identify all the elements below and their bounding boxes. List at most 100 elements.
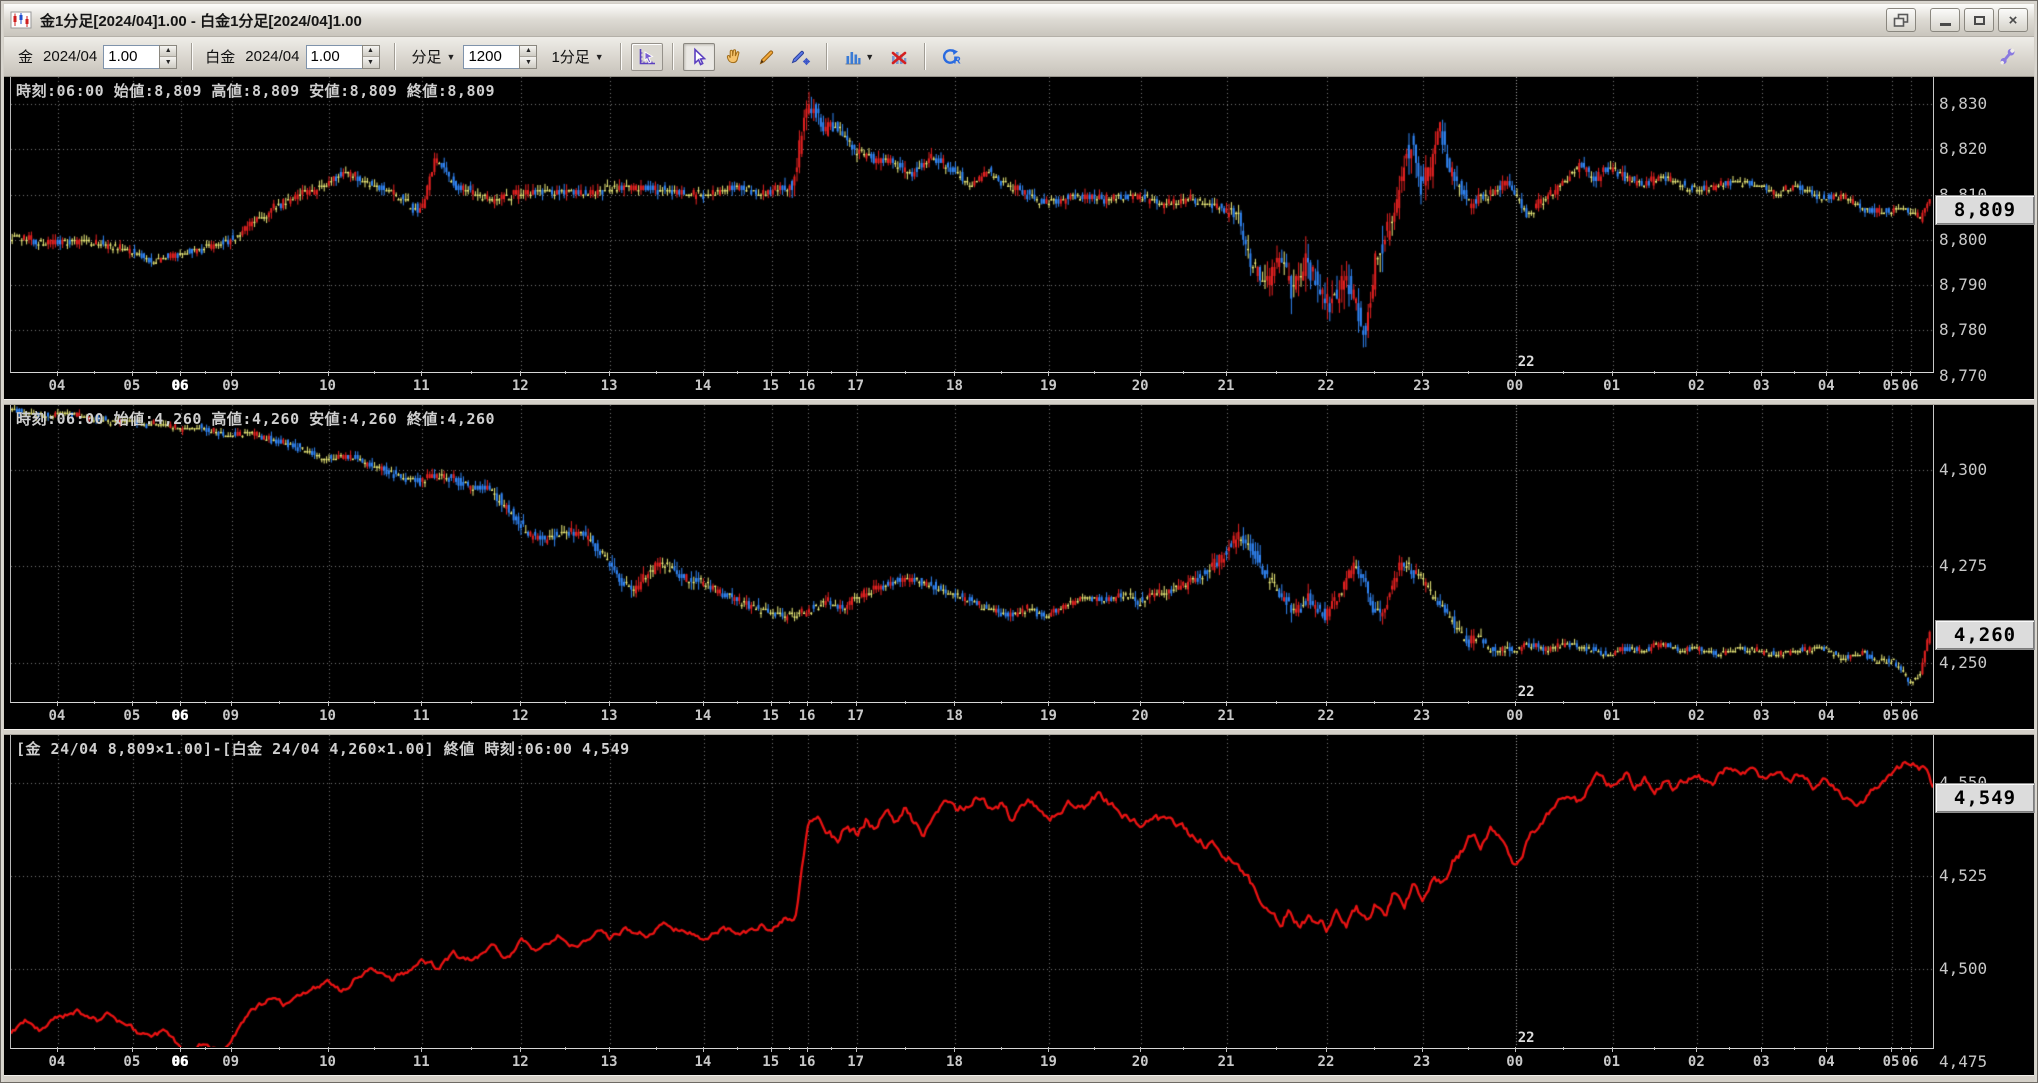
minimize-icon <box>1939 23 1951 26</box>
x-axis-minor-tick <box>205 701 206 704</box>
x-axis-label: 06 <box>1901 1054 1919 1070</box>
platinum-ohlc-info: 時刻:06:00 始値:4,260 高値:4,260 安値:4,260 終値:4… <box>16 410 496 428</box>
x-axis-tick <box>807 701 808 706</box>
platinum-multiplier-up-button[interactable]: ▲ <box>362 45 379 57</box>
spread-price-axis: 4,549 4,5504,5254,5004,475 <box>1935 735 2035 1075</box>
x-axis-tick <box>1326 371 1327 376</box>
x-axis-minor-tick <box>1001 1047 1002 1050</box>
x-axis-minor-tick <box>905 371 906 374</box>
x-axis-tick <box>1696 1047 1697 1052</box>
x-axis-label: 01 <box>1603 378 1621 394</box>
cascade-windows-button[interactable] <box>1886 8 1916 32</box>
platinum-multiplier-input[interactable] <box>305 44 362 69</box>
x-axis-label: 13 <box>600 708 618 724</box>
x-axis-tick <box>609 1047 610 1052</box>
refresh-button[interactable]: R <box>935 43 967 71</box>
gold-multiplier-input[interactable] <box>103 44 160 69</box>
bar-count-down-button[interactable]: ▼ <box>520 57 537 68</box>
y-axis-label: 8,780 <box>1939 320 1988 340</box>
highlighter-move-button[interactable] <box>785 43 817 71</box>
chevron-down-icon: ▼ <box>446 51 456 62</box>
x-axis-tick <box>1891 701 1892 706</box>
x-axis-label: 22 <box>1317 1054 1335 1070</box>
x-axis-minor-tick <box>1001 701 1002 704</box>
x-axis-minor-tick <box>1094 371 1095 374</box>
window-title: 金1分足[2024/04]1.00 - 白金1分足[2024/04]1.00 <box>40 12 362 30</box>
maximize-button[interactable] <box>1964 8 1994 32</box>
chart-stack: 時刻:06:00 始値:8,809 高値:8,809 安値:8,809 終値:8… <box>4 77 2035 1082</box>
x-axis-tick <box>1761 1047 1762 1052</box>
indicator-menu-button[interactable]: ▼ <box>837 43 881 71</box>
minimize-button[interactable] <box>1930 8 1960 32</box>
x-axis-label: 05 <box>1882 708 1900 724</box>
y-axis-label: 4,300 <box>1939 460 1988 480</box>
x-axis-minor-tick <box>656 1047 657 1050</box>
x-axis-tick <box>1515 1047 1516 1052</box>
gold-multiplier-down-button[interactable]: ▼ <box>160 57 177 68</box>
x-axis-minor-tick <box>1374 1047 1375 1050</box>
date-change-label: 22 <box>1517 684 1535 700</box>
x-axis-tick <box>132 371 133 376</box>
x-axis-minor-tick <box>279 1047 280 1050</box>
x-axis-tick <box>1048 701 1049 706</box>
x-axis-minor-tick <box>374 701 375 704</box>
x-axis-label: 13 <box>600 378 618 394</box>
close-button[interactable]: × <box>1998 8 2028 32</box>
bar-count-up-button[interactable]: ▲ <box>520 45 537 57</box>
x-axis-tick <box>421 371 422 376</box>
bar-type-dropdown[interactable]: 分足 ▼ <box>408 44 460 69</box>
bar-interval-label: 1分足 <box>551 49 590 66</box>
x-axis-label: 04 <box>1817 1054 1835 1070</box>
platinum-candlestick-chart[interactable] <box>11 405 1933 701</box>
x-axis-minor-tick <box>1183 701 1184 704</box>
x-axis-tick <box>1226 701 1227 706</box>
x-axis-label: 00 <box>1506 1054 1524 1070</box>
x-axis-tick <box>1910 1047 1911 1052</box>
x-axis-label: 00 <box>1506 378 1524 394</box>
x-axis-label: 10 <box>319 378 336 394</box>
bar-interval-dropdown[interactable]: 1分足 ▼ <box>547 44 607 69</box>
gold-candlestick-chart[interactable] <box>11 77 1933 371</box>
settings-button[interactable] <box>1991 43 2023 71</box>
x-axis-tick <box>954 701 955 706</box>
toolbar: 金 2024/04 ▲▼ 白金 2024/04 ▲▼ 分足▼ ▲▼ 1分足▼ <box>4 37 2034 77</box>
x-axis-label: 09 <box>222 1054 240 1070</box>
bar-count-input[interactable] <box>463 44 520 69</box>
select-cursor-button[interactable] <box>682 42 715 71</box>
titlebar[interactable]: 金1分足[2024/04]1.00 - 白金1分足[2024/04]1.00 × <box>4 4 2034 37</box>
spread-line-chart[interactable] <box>11 735 1933 1047</box>
chart-pointer-mode-button[interactable] <box>630 42 663 71</box>
gold-ohlc-info: 時刻:06:00 始値:8,809 高値:8,809 安値:8,809 終値:8… <box>16 82 496 100</box>
bar-chart-delete-icon <box>891 51 907 64</box>
x-axis-tick <box>807 1047 808 1052</box>
x-axis-minor-tick <box>94 1047 95 1050</box>
x-axis-label: 14 <box>694 378 712 394</box>
spread-chart-panel: [金 24/04 8,809×1.00]-[白金 24/04 4,260×1.0… <box>4 735 2035 1075</box>
x-axis-minor-tick <box>1468 1047 1469 1050</box>
indicator-delete-button[interactable] <box>883 43 915 71</box>
x-axis-label: 14 <box>694 1054 712 1070</box>
pencil-draw-button[interactable] <box>751 43 783 71</box>
x-axis-minor-tick <box>1563 1047 1564 1050</box>
x-axis-label: 11 <box>412 378 430 394</box>
x-axis-tick <box>328 701 329 706</box>
window-bottom-strip <box>4 1075 2034 1082</box>
x-axis-label: 06 <box>171 1054 189 1070</box>
gold-plot-area: 時刻:06:00 始値:8,809 高値:8,809 安値:8,809 終値:8… <box>10 77 1934 373</box>
x-axis-tick <box>231 371 232 376</box>
x-axis-label: 12 <box>511 378 529 394</box>
x-axis-tick <box>328 1047 329 1052</box>
x-axis-label: 03 <box>1752 378 1770 394</box>
x-axis-minor-tick <box>94 701 95 704</box>
platinum-multiplier-down-button[interactable]: ▼ <box>362 57 379 68</box>
x-axis-label: 02 <box>1687 708 1705 724</box>
x-axis-minor-tick <box>1901 701 1902 704</box>
x-axis-tick <box>132 1047 133 1052</box>
gold-multiplier-up-button[interactable]: ▲ <box>160 45 177 57</box>
pan-hand-button[interactable] <box>717 43 749 71</box>
x-axis-label: 16 <box>798 708 816 724</box>
toolbar-separator <box>619 43 622 70</box>
x-axis-minor-tick <box>1276 1047 1277 1050</box>
x-axis-tick <box>1612 701 1613 706</box>
x-axis-label: 16 <box>798 1054 816 1070</box>
